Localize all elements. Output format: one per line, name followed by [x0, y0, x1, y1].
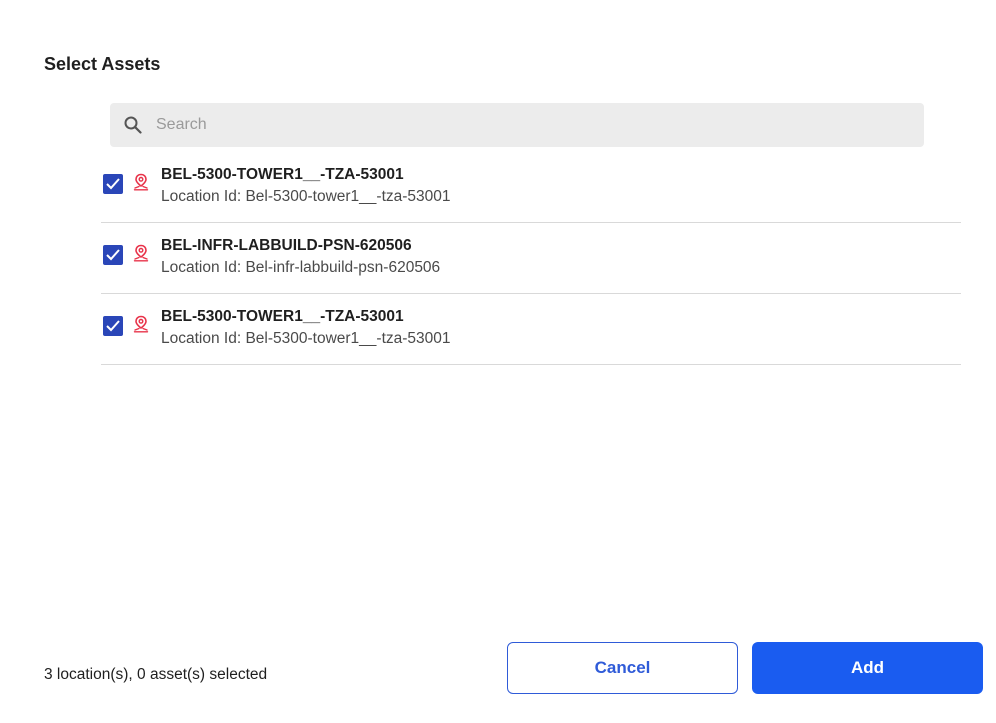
checkmark-icon: [106, 320, 120, 332]
location-pin-icon: [133, 244, 149, 262]
list-item[interactable]: BEL-INFR-LABBUILD-PSN-620506 Location Id…: [101, 223, 961, 294]
list-item[interactable]: BEL-5300-TOWER1__-TZA-53001 Location Id:…: [101, 152, 961, 223]
asset-location-id: Location Id: Bel-5300-tower1__-tza-53001: [161, 188, 451, 205]
item-checkbox[interactable]: [103, 245, 123, 265]
list-item[interactable]: BEL-5300-TOWER1__-TZA-53001 Location Id:…: [101, 294, 961, 365]
asset-name: BEL-INFR-LABBUILD-PSN-620506: [161, 237, 412, 254]
checkmark-icon: [106, 178, 120, 190]
asset-location-id: Location Id: Bel-infr-labbuild-psn-62050…: [161, 259, 441, 276]
add-button[interactable]: Add: [752, 642, 983, 694]
checkmark-icon: [106, 249, 120, 261]
asset-name: BEL-5300-TOWER1__-TZA-53001: [161, 166, 404, 183]
asset-list: BEL-5300-TOWER1__-TZA-53001 Location Id:…: [101, 152, 961, 365]
search-bar: [110, 103, 924, 147]
location-pin-icon: [133, 315, 149, 333]
item-checkbox[interactable]: [103, 174, 123, 194]
asset-location-id: Location Id: Bel-5300-tower1__-tza-53001: [161, 330, 451, 347]
search-icon: [123, 115, 143, 135]
asset-name: BEL-5300-TOWER1__-TZA-53001: [161, 308, 404, 325]
selection-status: 3 location(s), 0 asset(s) selected: [44, 666, 268, 683]
location-pin-icon: [133, 173, 149, 191]
search-input[interactable]: [156, 103, 896, 147]
dialog-title: Select Assets: [44, 54, 161, 74]
item-checkbox[interactable]: [103, 316, 123, 336]
cancel-button[interactable]: Cancel: [507, 642, 738, 694]
